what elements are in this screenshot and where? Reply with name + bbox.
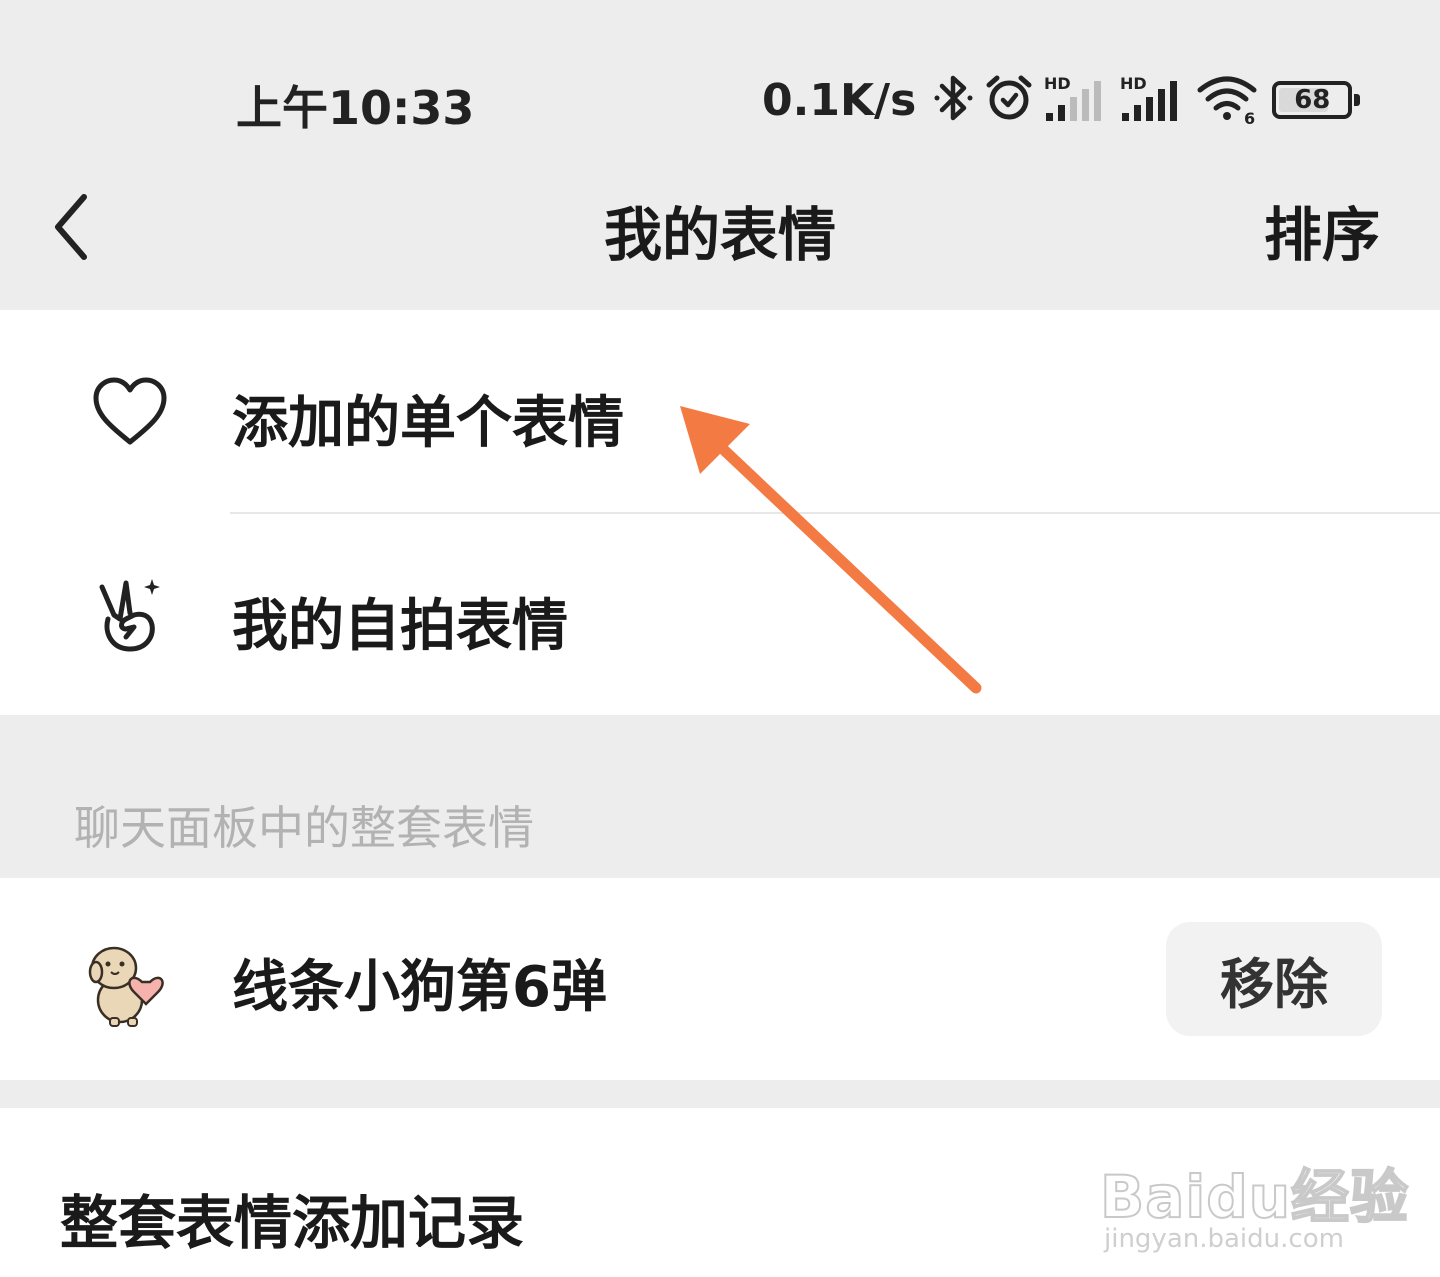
list-item-selfie[interactable]: 我的自拍表情 xyxy=(0,513,1440,715)
list-item-label: 我的自拍表情 xyxy=(232,594,568,659)
svg-text:HD: HD xyxy=(1120,74,1147,93)
bluetooth-icon xyxy=(934,72,974,128)
hd-signal-icon: HD xyxy=(1044,73,1110,127)
battery-icon: 68 xyxy=(1272,81,1361,119)
heart-icon xyxy=(93,377,167,445)
page-title: 我的表情 xyxy=(603,201,836,269)
svg-text:6: 6 xyxy=(1244,109,1255,124)
list-item-added-single[interactable]: 添加的单个表情 xyxy=(0,310,1440,512)
sticker-pack-name: 线条小狗第6弹 xyxy=(232,955,607,1020)
network-speed: 0.1K/s xyxy=(762,74,917,126)
battery-level: 68 xyxy=(1294,85,1331,115)
history-card[interactable]: 整套表情添加记录 xyxy=(0,1108,1440,1277)
alarm-icon xyxy=(984,73,1034,127)
status-indicators: 0.1K/s HD HD 6 68 xyxy=(762,70,1361,130)
nav-bar: 我的表情 排序 xyxy=(0,150,1440,310)
section-title: 聊天面板中的整套表情 xyxy=(74,801,534,855)
remove-button[interactable]: 移除 xyxy=(1166,922,1382,1036)
victory-hand-icon xyxy=(99,579,160,652)
wifi-icon: 6 xyxy=(1196,72,1258,128)
history-label: 整套表情添加记录 xyxy=(60,1189,525,1257)
status-time: 上午10:33 xyxy=(236,81,475,135)
sort-button[interactable]: 排序 xyxy=(1264,188,1380,272)
hd-signal-icon: HD xyxy=(1120,73,1186,127)
svg-text:HD: HD xyxy=(1044,74,1071,93)
list-item-label: 添加的单个表情 xyxy=(232,391,624,456)
dog-sticker-icon xyxy=(88,946,164,1027)
single-stickers-card: 添加的单个表情 我的自拍表情 xyxy=(0,310,1440,715)
sticker-pack-card: 线条小狗第6弹 移除 xyxy=(0,878,1440,1080)
